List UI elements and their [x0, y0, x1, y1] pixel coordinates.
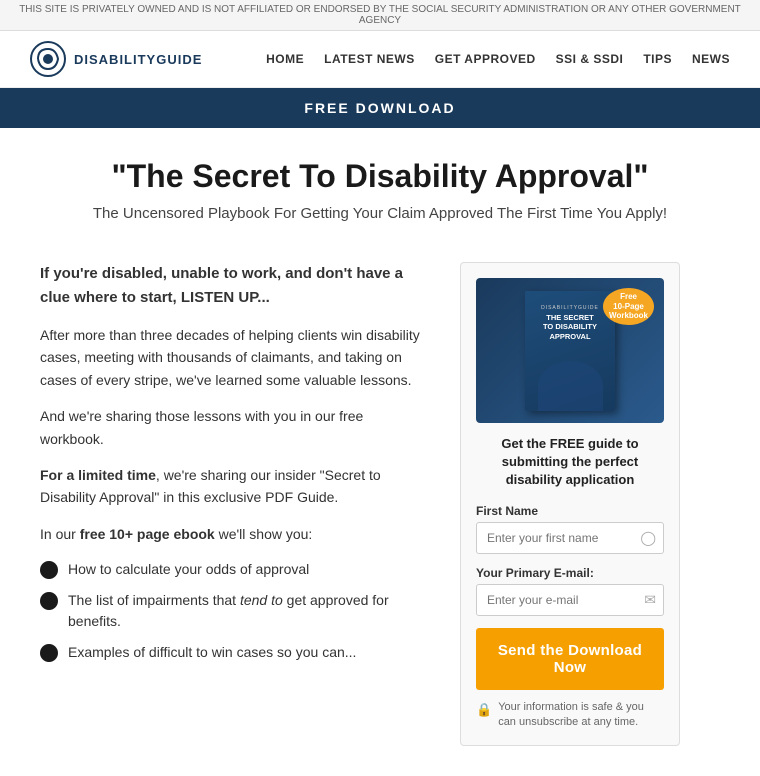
- paragraph-4: In our free 10+ page ebook we'll show yo…: [40, 523, 430, 545]
- bullet-text-2: The list of impairments that tend to get…: [68, 590, 430, 632]
- form-tagline: Get the FREE guide to submitting the per…: [476, 435, 664, 490]
- top-banner: THIS SITE IS PRIVATELY OWNED AND IS NOT …: [0, 0, 760, 31]
- logo-icon: [30, 41, 66, 77]
- bullet-text-1: How to calculate your odds of approval: [68, 559, 309, 580]
- free-badge: Free10-PageWorkbook: [603, 288, 654, 325]
- bullet-icon: [40, 592, 58, 610]
- hero-section: "The Secret To Disability Approval" The …: [0, 128, 760, 242]
- lock-icon: 🔒: [476, 701, 492, 719]
- right-column: DISABILITYGUIDE THE SECRETTO DISABILITYA…: [460, 262, 680, 746]
- intro-paragraph: If you're disabled, unable to work, and …: [40, 262, 430, 310]
- first-name-input[interactable]: [476, 522, 664, 554]
- main-nav: HOME LATEST NEWS GET APPROVED SSI & SSDI…: [266, 52, 730, 66]
- header: DisabilityGuide HOME LATEST NEWS GET APP…: [0, 31, 760, 88]
- safe-text: Your information is safe & you can unsub…: [498, 700, 664, 731]
- form-card: DISABILITYGUIDE THE SECRETTO DISABILITYA…: [460, 262, 680, 746]
- limited-time-text: For a limited time: [40, 467, 156, 483]
- book-cover: DISABILITYGUIDE THE SECRETTO DISABILITYA…: [525, 291, 615, 411]
- bullet-text-3: Examples of difficult to win cases so yo…: [68, 642, 356, 663]
- free-download-label: FREE DOWNLOAD: [304, 100, 455, 116]
- email-label: Your Primary E-mail:: [476, 566, 664, 580]
- first-name-field-wrap: ◯: [476, 522, 664, 554]
- logo[interactable]: DisabilityGuide: [30, 41, 202, 77]
- book-image-container: DISABILITYGUIDE THE SECRETTO DISABILITYA…: [476, 278, 664, 423]
- free-download-bar: FREE DOWNLOAD: [0, 88, 760, 128]
- nav-tips[interactable]: TIPS: [643, 52, 672, 66]
- main-content: If you're disabled, unable to work, and …: [0, 242, 760, 776]
- nav-get-approved[interactable]: GET APPROVED: [435, 52, 536, 66]
- nav-home[interactable]: HOME: [266, 52, 304, 66]
- list-item: How to calculate your odds of approval: [40, 559, 430, 580]
- list-item: Examples of difficult to win cases so yo…: [40, 642, 430, 663]
- bullet-icon: [40, 561, 58, 579]
- paragraph-3: For a limited time, we're sharing our in…: [40, 464, 430, 509]
- left-column: If you're disabled, unable to work, and …: [40, 262, 430, 746]
- free-ebook-text: free 10+ page ebook: [80, 526, 215, 542]
- first-name-label: First Name: [476, 504, 664, 518]
- submit-button[interactable]: Send the Download Now: [476, 628, 664, 690]
- bullet-icon: [40, 644, 58, 662]
- person-icon: ◯: [640, 529, 656, 546]
- bullet-list: How to calculate your odds of approval T…: [40, 559, 430, 663]
- nav-news[interactable]: NEWS: [692, 52, 730, 66]
- para4-prefix: In our: [40, 526, 80, 542]
- top-banner-text: THIS SITE IS PRIVATELY OWNED AND IS NOT …: [19, 4, 741, 26]
- logo-text: DisabilityGuide: [74, 52, 202, 67]
- paragraph-2: And we're sharing those lessons with you…: [40, 405, 430, 450]
- safe-text-container: 🔒 Your information is safe & you can uns…: [476, 700, 664, 731]
- hero-subtitle: The Uncensored Playbook For Getting Your…: [40, 205, 720, 222]
- nav-ssi-ssdi[interactable]: SSI & SSDI: [556, 52, 624, 66]
- list-item: The list of impairments that tend to get…: [40, 590, 430, 632]
- hero-title: "The Secret To Disability Approval": [40, 158, 720, 195]
- paragraph-1: After more than three decades of helping…: [40, 324, 430, 391]
- para4-suffix: we'll show you:: [215, 526, 313, 542]
- nav-latest-news[interactable]: LATEST NEWS: [324, 52, 415, 66]
